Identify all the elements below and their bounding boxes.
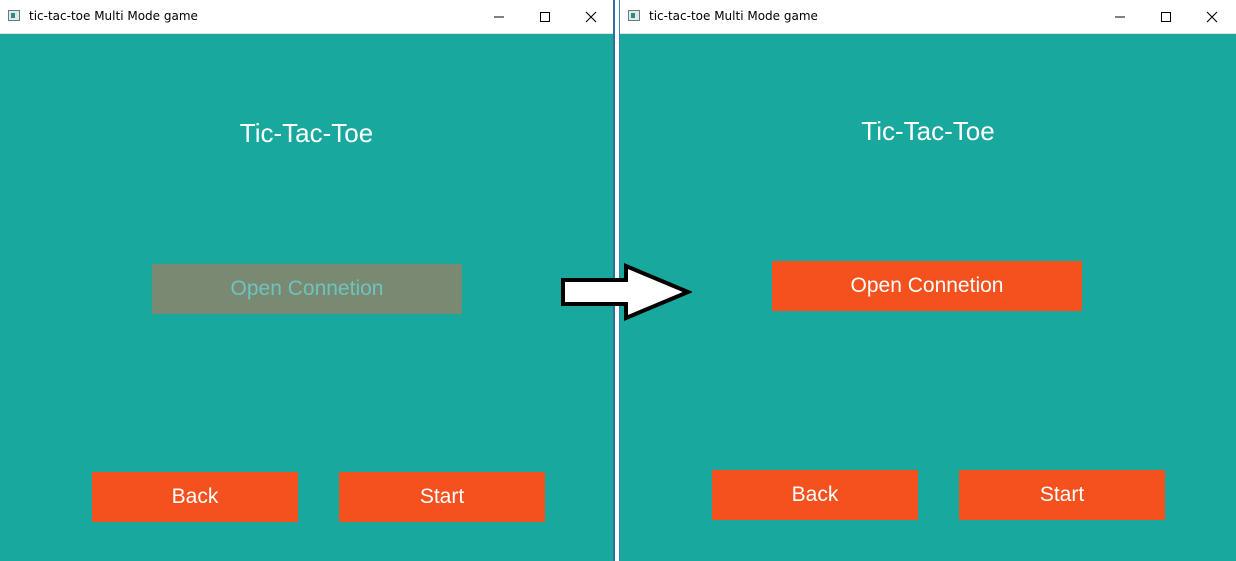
open-connection-button[interactable]: Open Connetion: [772, 261, 1082, 311]
open-connection-button[interactable]: Open Connetion: [152, 264, 462, 314]
game-title: Tic-Tac-Toe: [861, 116, 995, 146]
right-arrow-icon: [561, 263, 692, 321]
maximize-icon: [1161, 12, 1171, 22]
app-icon: [628, 10, 640, 21]
close-icon: [1206, 11, 1218, 23]
game-title: Tic-Tac-Toe: [239, 118, 374, 148]
close-icon: [585, 11, 597, 23]
maximize-button[interactable]: [1143, 0, 1189, 33]
close-button[interactable]: [568, 0, 614, 33]
start-button[interactable]: Start: [339, 472, 545, 522]
titlebar[interactable]: tic-tac-toe Multi Mode game: [620, 0, 1236, 34]
window-title: tic-tac-toe Multi Mode game: [649, 9, 818, 23]
minimize-button[interactable]: [1097, 0, 1143, 33]
close-button[interactable]: [1189, 0, 1235, 33]
start-button[interactable]: Start: [959, 470, 1165, 520]
window-title: tic-tac-toe Multi Mode game: [29, 9, 198, 23]
minimize-icon: [1115, 16, 1125, 18]
minimize-button[interactable]: [476, 0, 522, 33]
titlebar[interactable]: tic-tac-toe Multi Mode game: [0, 0, 613, 34]
app-icon: [8, 10, 20, 21]
minimize-icon: [494, 16, 504, 18]
window-left: tic-tac-toe Multi Mode game Tic-Tac-Toe …: [0, 0, 615, 561]
maximize-icon: [540, 12, 550, 22]
back-button[interactable]: Back: [712, 470, 918, 520]
window-right: tic-tac-toe Multi Mode game Tic-Tac-Toe …: [619, 0, 1236, 561]
back-button[interactable]: Back: [92, 472, 298, 522]
maximize-button[interactable]: [522, 0, 568, 33]
